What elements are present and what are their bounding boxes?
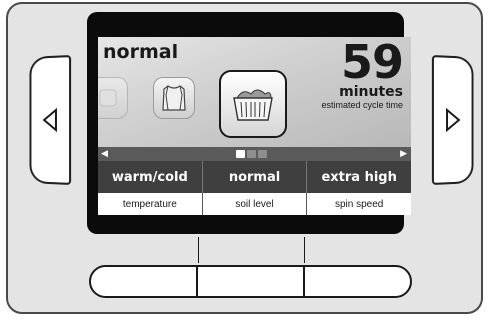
previous-button[interactable] [29,55,72,185]
cycle-faded-icon[interactable] [98,77,128,119]
option-labels-row: temperature soil level spin speed [98,193,411,215]
display-screen: normal 59 minutes estimated cycle time ◀… [98,37,411,215]
temperature-key[interactable] [91,267,198,296]
page-indicator [236,150,267,158]
soil-level-key[interactable] [198,267,305,296]
temperature-value[interactable]: warm/cold [98,161,203,193]
page-dot [258,150,267,158]
left-arrow-icon [42,107,57,132]
key-divider-line [198,237,199,263]
spin-speed-key[interactable] [305,267,410,296]
time-caption: estimated cycle time [321,100,403,110]
carousel-nav-strip: ◀ ▶ [98,147,411,161]
cycle-preview: normal 59 minutes estimated cycle time [98,37,411,147]
spin-speed-value[interactable]: extra high [307,161,411,193]
time-unit: minutes [339,84,403,100]
soft-key-bar [89,265,412,298]
cycle-name: normal [103,41,179,63]
key-divider-line [304,237,305,263]
shirt-icon[interactable] [153,77,195,119]
next-button[interactable] [431,55,474,185]
soil-level-value[interactable]: normal [203,161,308,193]
temperature-label: temperature [98,193,203,215]
soil-level-label: soil level [203,193,308,215]
carousel-right-icon[interactable]: ▶ [400,149,407,159]
spin-speed-label: spin speed [334,198,384,210]
time-remaining-value: 59 [340,37,404,89]
option-values-row: warm/cold normal extra high [98,161,411,193]
page-dot [236,150,245,158]
right-arrow-icon [445,108,461,132]
page-dot [247,150,256,158]
carousel-left-icon[interactable]: ◀ [101,149,108,159]
laundry-basket-icon[interactable] [219,70,287,138]
